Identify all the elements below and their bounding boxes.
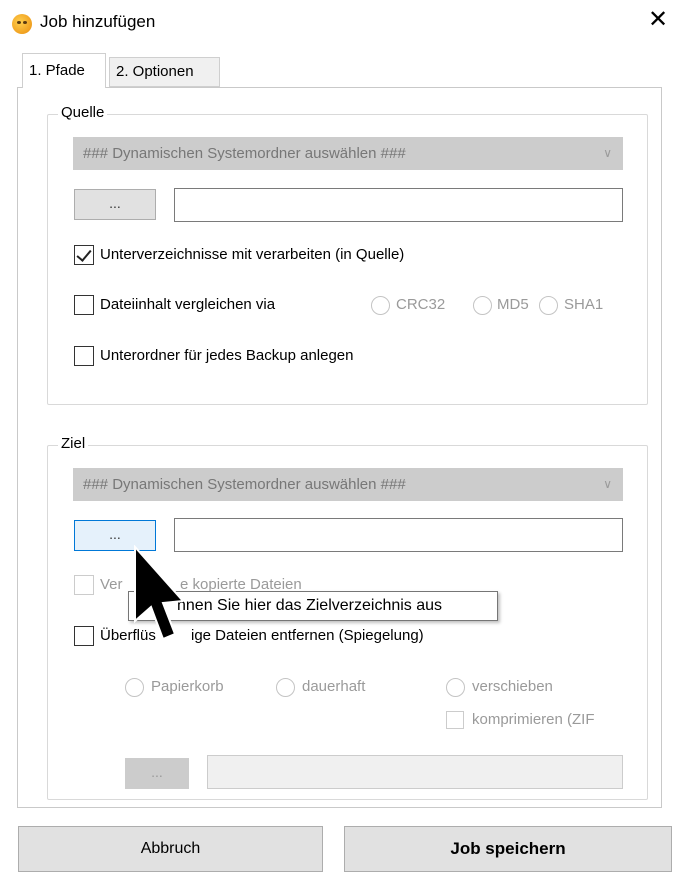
dauerhaft-radio[interactable] <box>276 678 295 697</box>
target-folder-combo[interactable]: ### Dynamischen Systemordner auswählen #… <box>73 468 623 501</box>
compare-content-label[interactable]: Dateiinhalt vergleichen via <box>100 295 275 315</box>
verify-label-left: Ver <box>100 576 123 593</box>
tab-pfade[interactable]: 1. Pfade <box>22 53 106 88</box>
compare-content-checkbox[interactable] <box>74 295 94 315</box>
chevron-down-icon: ∨ <box>603 146 612 160</box>
crc32-label: CRC32 <box>396 296 446 313</box>
save-job-button[interactable]: Job speichern <box>344 826 672 872</box>
papierkorb-label: Papierkorb <box>151 678 224 695</box>
sha1-radio[interactable] <box>539 296 558 315</box>
verify-checkbox[interactable] <box>74 575 94 595</box>
verschieben-radio[interactable] <box>446 678 465 697</box>
sha1-label: SHA1 <box>564 296 604 313</box>
mouse-pointer-icon <box>134 545 183 641</box>
app-icon <box>12 14 32 34</box>
source-combo-value: ### Dynamischen Systemordner auswählen #… <box>83 145 406 162</box>
source-folder-combo[interactable]: ### Dynamischen Systemordner auswählen #… <box>73 137 623 170</box>
verschieben-label: verschieben <box>472 678 553 695</box>
window-title: Job hinzufügen <box>40 12 156 31</box>
subdirs-label[interactable]: Unterverzeichnisse mit verarbeiten (in Q… <box>100 245 404 265</box>
close-icon[interactable]: ✕ <box>648 8 668 32</box>
source-group-label: Quelle <box>58 104 108 121</box>
md5-radio[interactable] <box>473 296 492 315</box>
mirror-checkbox[interactable] <box>74 626 94 646</box>
compress-label: komprimieren (ZIF <box>472 711 595 728</box>
tab-optionen[interactable]: 2. Optionen <box>109 57 220 87</box>
chevron-down-icon: ∨ <box>603 477 612 491</box>
compress-checkbox[interactable] <box>446 711 464 729</box>
source-browse-button[interactable]: ... <box>74 189 156 220</box>
papierkorb-radio[interactable] <box>125 678 144 697</box>
target-path-input[interactable] <box>174 518 623 552</box>
md5-label: MD5 <box>497 296 529 313</box>
mirror-label-right[interactable]: ige Dateien entfernen (Spiegelung) <box>191 626 424 646</box>
dauerhaft-label: dauerhaft <box>302 678 366 695</box>
subdirs-checkbox[interactable] <box>74 245 94 265</box>
tooltip: nnen Sie hier das Zielverzeichnis aus <box>128 591 498 621</box>
move-path-input[interactable] <box>207 755 623 789</box>
target-combo-value: ### Dynamischen Systemordner auswählen #… <box>83 476 406 493</box>
move-browse-button[interactable]: ... <box>125 758 189 789</box>
cancel-button[interactable]: Abbruch <box>18 826 323 872</box>
source-path-input[interactable] <box>174 188 623 222</box>
subfolder-checkbox[interactable] <box>74 346 94 366</box>
target-group-label: Ziel <box>58 435 89 452</box>
crc32-radio[interactable] <box>371 296 390 315</box>
subfolder-label[interactable]: Unterordner für jedes Backup anlegen <box>100 346 354 366</box>
